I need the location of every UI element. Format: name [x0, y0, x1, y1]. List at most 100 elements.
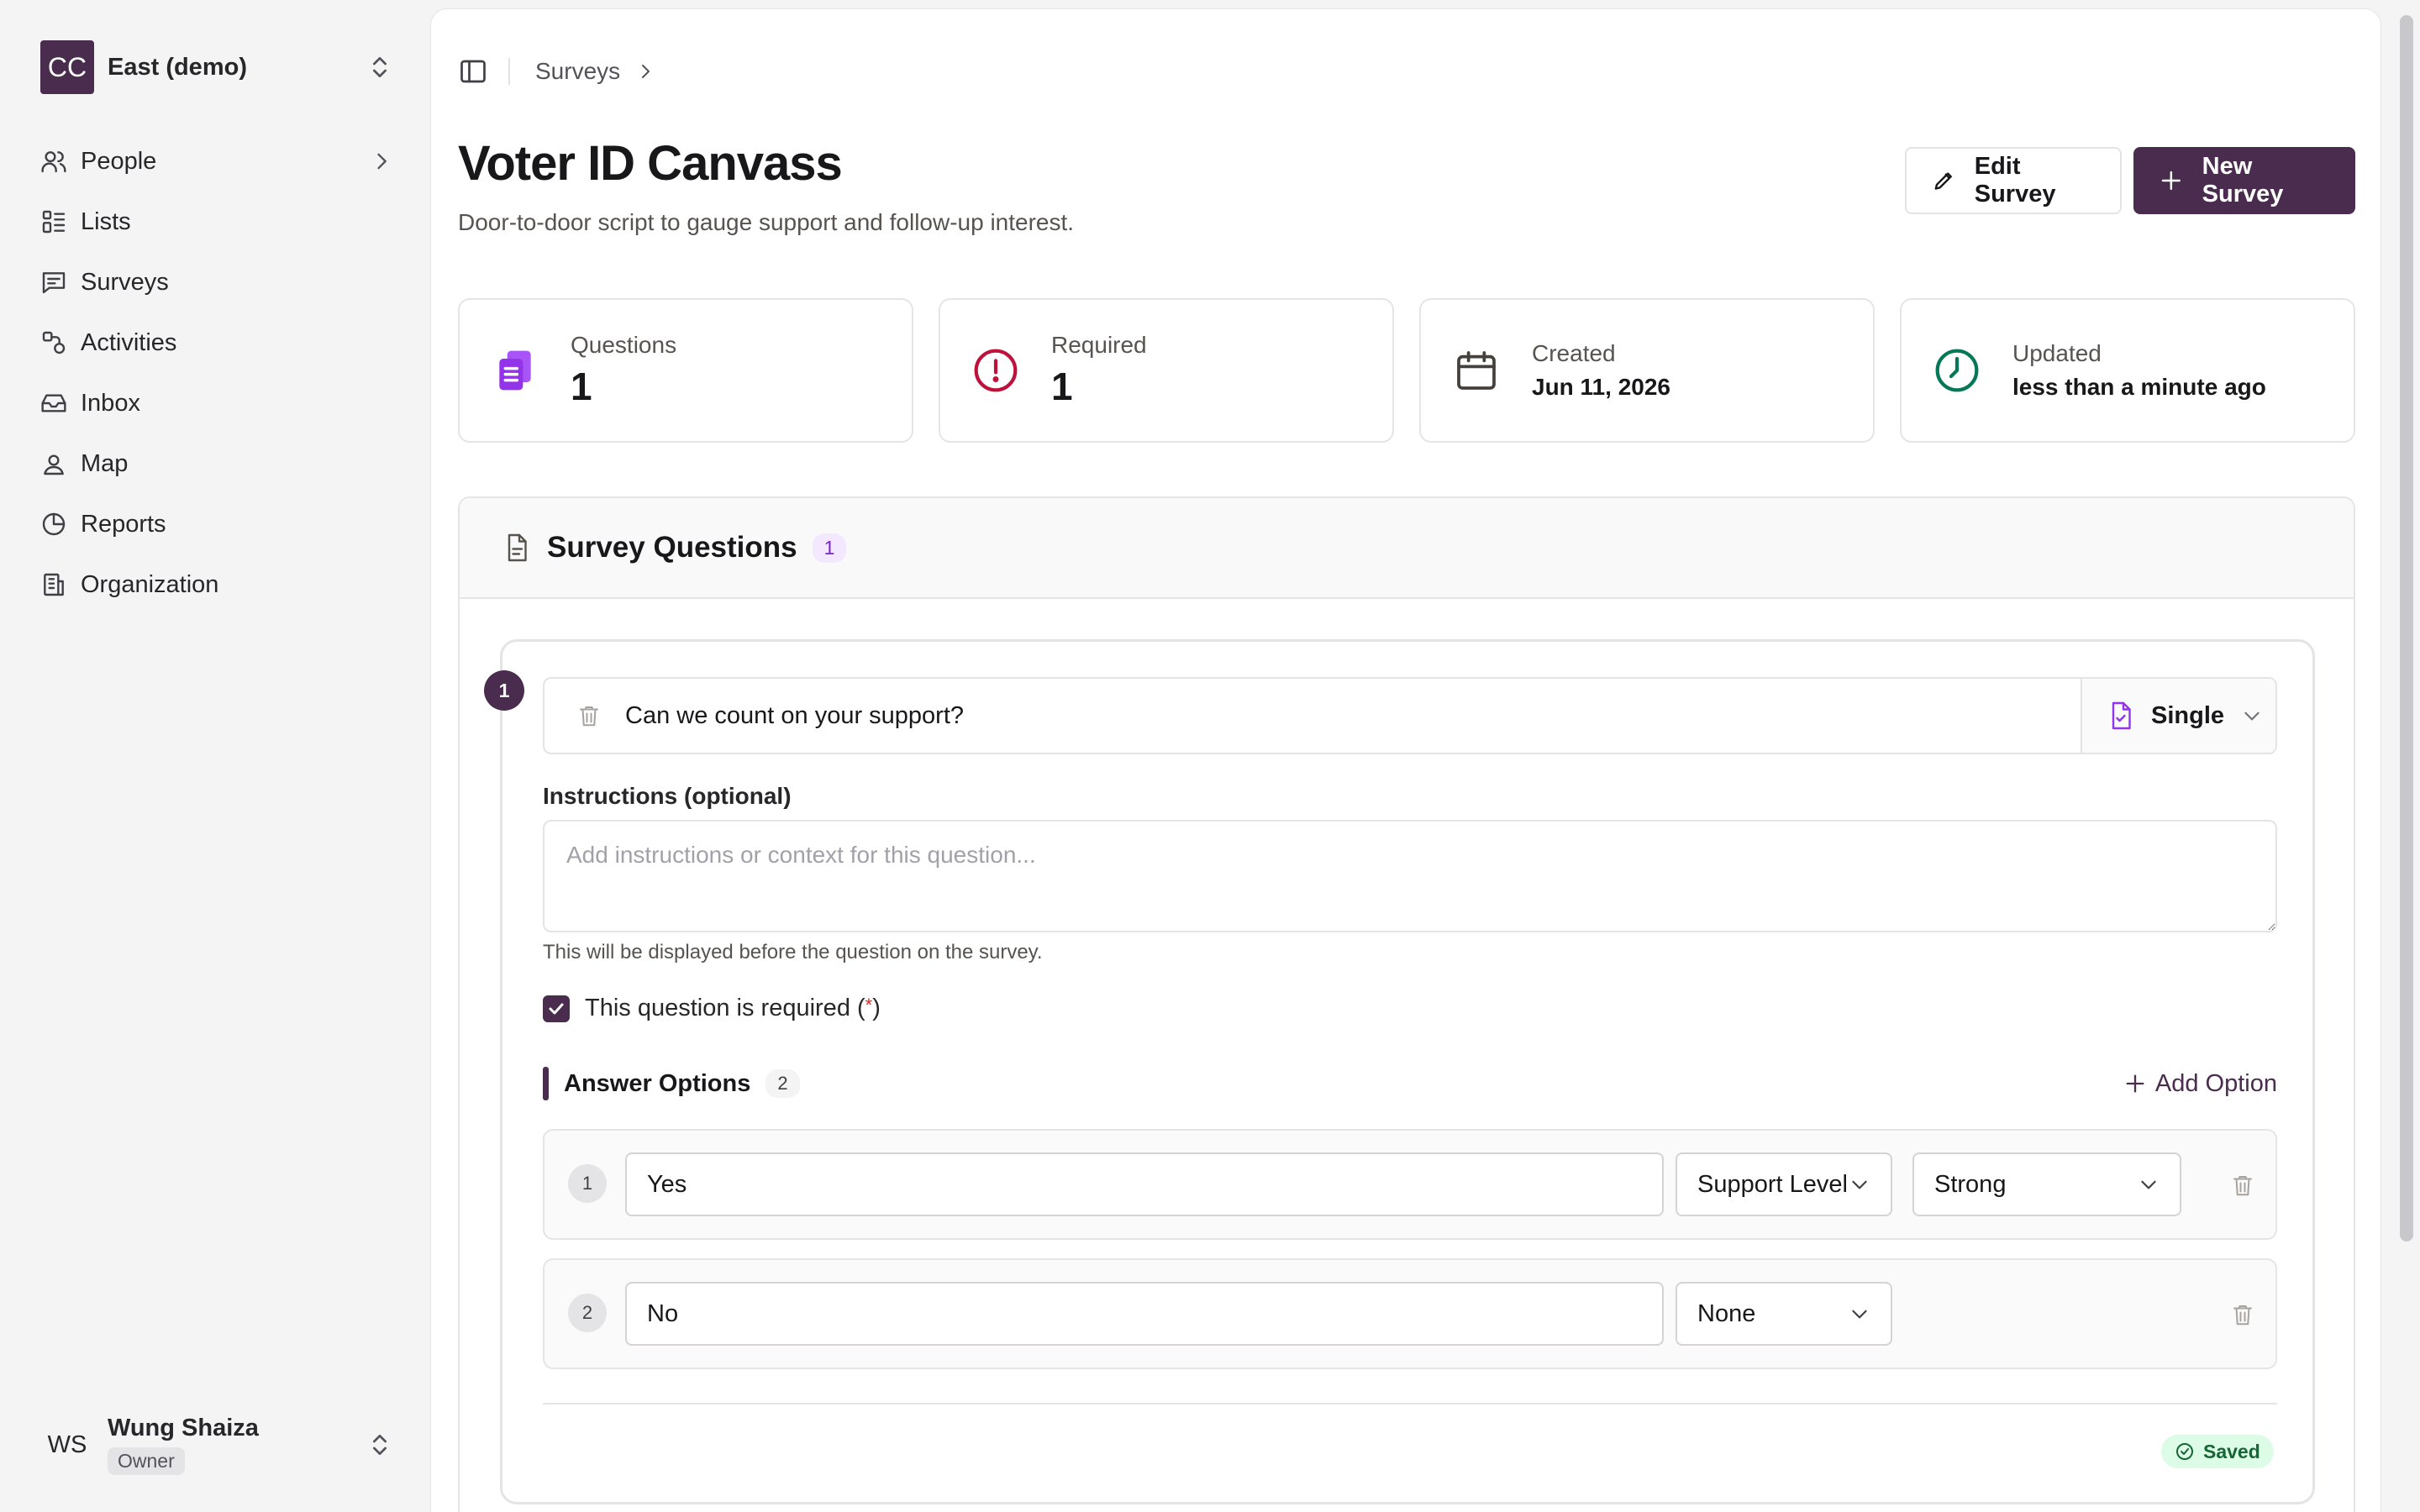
sidebar-item-label: Inbox: [81, 389, 140, 417]
calendar-icon: [1457, 351, 1496, 390]
edit-survey-label: Edit Survey: [1974, 153, 2056, 207]
sidebar-item-lists[interactable]: Lists: [40, 192, 393, 252]
message-square-icon: [42, 272, 66, 294]
survey-questions-title: Survey Questions: [547, 531, 797, 564]
stat-label: Created: [1532, 340, 1616, 366]
sidebar-item-reports[interactable]: Reports: [40, 494, 393, 554]
instructions-textarea[interactable]: [543, 820, 2277, 932]
saved-status-badge: Saved: [2161, 1435, 2274, 1468]
add-option-button[interactable]: Add Option: [2123, 1070, 2277, 1098]
topbar: Surveys: [458, 51, 655, 92]
divider: [543, 1403, 2277, 1404]
scrollbar-thumb[interactable]: [2400, 15, 2413, 1242]
list-icon: [42, 210, 66, 234]
sidebar-item-people[interactable]: People: [40, 131, 393, 192]
option-text-input[interactable]: [625, 1282, 1664, 1346]
alert-circle-icon: [974, 349, 1018, 392]
org-logo: CC: [40, 40, 94, 94]
stat-created: Created Jun 11, 2026: [1419, 298, 1875, 443]
stat-label: Questions: [571, 332, 677, 358]
user-name: Wung Shaiza: [108, 1415, 259, 1441]
file-text-icon: [508, 533, 527, 562]
user-info: Wung Shaiza Owner: [108, 1415, 366, 1475]
instructions-label: Instructions (optional): [543, 783, 792, 809]
stat-value: 1: [571, 365, 592, 408]
sidebar-item-activities[interactable]: Activities: [40, 312, 393, 373]
user-menu[interactable]: WS Wung Shaiza Owner: [40, 1408, 393, 1482]
org-switcher[interactable]: CC East (demo): [40, 40, 393, 94]
option-mapping-select[interactable]: Support Level: [1676, 1152, 1892, 1216]
new-survey-label: New Survey: [2202, 153, 2284, 207]
sidebar-item-label: Activities: [81, 328, 177, 356]
sidebar-item-inbox[interactable]: Inbox: [40, 373, 393, 433]
plus-icon: [2126, 1074, 2144, 1093]
map-pin-icon: [44, 454, 64, 475]
instructions-hint: This will be displayed before the questi…: [543, 941, 1043, 963]
chevrons-up-down-icon: [373, 1435, 387, 1455]
avatar: WS: [47, 1431, 87, 1458]
sidebar-toggle-icon[interactable]: [458, 56, 488, 87]
required-checkbox[interactable]: [543, 995, 570, 1022]
pencil-icon: [1934, 172, 1952, 190]
file-check-icon: [2112, 701, 2131, 730]
survey-questions-header: Survey Questions 1: [460, 498, 2354, 599]
required-label-suffix: ): [872, 995, 881, 1021]
inbox-icon: [41, 394, 66, 412]
breadcrumb-surveys[interactable]: Surveys: [535, 58, 620, 85]
option-level-select[interactable]: Strong: [1912, 1152, 2181, 1216]
answer-options-title: Answer Options: [564, 1069, 751, 1097]
chevrons-up-down-icon: [373, 57, 387, 77]
sidebar-item-surveys[interactable]: Surveys: [40, 252, 393, 312]
plus-icon: [2161, 171, 2181, 191]
edit-survey-button[interactable]: Edit Survey: [1905, 147, 2122, 214]
option-text-input[interactable]: [625, 1152, 1664, 1216]
sidebar: CC East (demo) People Lists Surveys Acti…: [0, 0, 429, 1512]
option-mapping-value: Support Level: [1697, 1170, 1848, 1198]
stat-body: Questions 1: [571, 332, 676, 409]
required-label: This question is required (*): [585, 995, 881, 1022]
check-circle-icon: [2176, 1443, 2193, 1460]
sidebar-item-organization[interactable]: Organization: [40, 554, 393, 615]
sidebar-item-map[interactable]: Map: [40, 433, 393, 494]
sidebar-nav: People Lists Surveys Activities Inbox Ma…: [40, 131, 393, 615]
clock-icon: [1935, 349, 1979, 392]
required-label-prefix: This question is required (: [585, 995, 865, 1021]
question-type-select[interactable]: Single: [2081, 679, 2275, 753]
question-row: Can we count on your support? Single: [543, 677, 2277, 754]
stat-body: Required 1: [1051, 332, 1147, 409]
question-text[interactable]: Can we count on your support?: [625, 702, 2081, 730]
chevron-down-icon: [1852, 1310, 1867, 1319]
trash-icon[interactable]: [2230, 1302, 2255, 1327]
accent-bar: [543, 1067, 549, 1100]
stat-value: less than a minute ago: [2012, 374, 2266, 400]
survey-questions-card: Survey Questions 1 1 Can we count on you…: [458, 496, 2355, 1512]
check-icon: [549, 1003, 564, 1014]
page-title: Voter ID Canvass: [458, 136, 843, 191]
chevron-down-icon: [2141, 1180, 2156, 1189]
sidebar-item-label: Map: [81, 449, 129, 477]
stat-body: Created Jun 11, 2026: [1532, 340, 1670, 401]
answer-options-count-badge: 2: [765, 1069, 800, 1098]
clipboard-copy-icon: [499, 350, 531, 391]
question-count-badge: 1: [812, 533, 847, 563]
org-name: East (demo): [108, 53, 247, 81]
users-icon: [41, 151, 66, 173]
stat-updated: Updated less than a minute ago: [1900, 298, 2355, 443]
stat-label: Updated: [2012, 340, 2102, 366]
add-option-label: Add Option: [2154, 1069, 2277, 1097]
question-card: 1 Can we count on your support? Single I…: [484, 639, 2315, 1504]
trash-icon[interactable]: [576, 703, 602, 728]
stat-value: 1: [1051, 365, 1073, 408]
option-number: 1: [568, 1164, 607, 1203]
new-survey-button[interactable]: New Survey: [2133, 147, 2355, 214]
stat-value: Jun 11, 2026: [1532, 374, 1671, 400]
sidebar-item-label: Reports: [81, 510, 166, 538]
required-toggle[interactable]: This question is required (*): [543, 995, 881, 1022]
page-description: Door-to-door script to gauge support and…: [458, 209, 1075, 235]
trash-icon[interactable]: [2230, 1173, 2255, 1198]
option-mapping-select[interactable]: None: [1676, 1282, 1892, 1346]
stat-questions: Questions 1: [458, 298, 913, 443]
required-star: *: [865, 995, 873, 1016]
user-role-badge: Owner: [108, 1447, 185, 1475]
sidebar-item-label: Surveys: [81, 268, 169, 296]
